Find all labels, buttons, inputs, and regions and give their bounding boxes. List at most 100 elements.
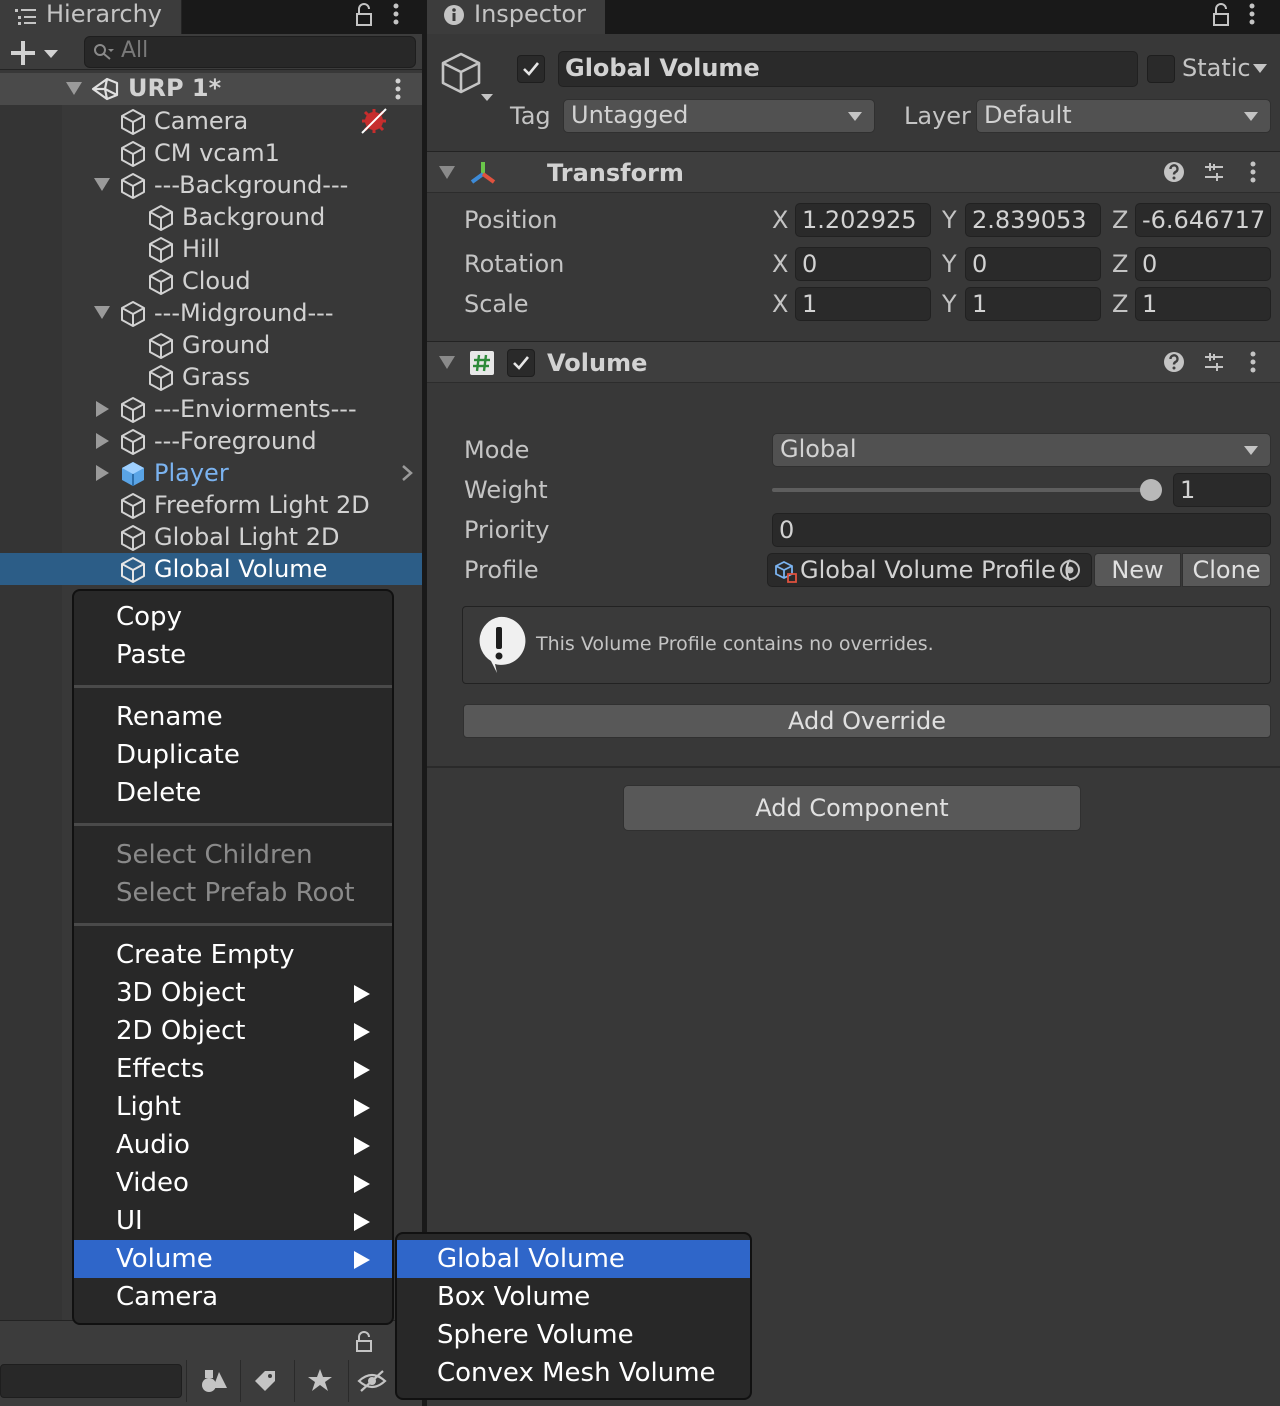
object-name-field[interactable]: Global Volume (558, 51, 1138, 87)
hierarchy-item-freeform-light[interactable]: Freeform Light 2D (0, 489, 422, 521)
submenu-item-sphere-volume[interactable]: Sphere Volume (397, 1316, 750, 1354)
rotation-x-field[interactable]: 0 (795, 247, 931, 281)
menu-item-delete[interactable]: Delete (74, 774, 392, 812)
tag-dropdown[interactable]: Untagged (563, 99, 875, 133)
kebab-menu-icon[interactable] (390, 2, 402, 28)
hierarchy-item-hill[interactable]: Hill (0, 233, 422, 265)
submenu-item-convex-mesh-volume[interactable]: Convex Mesh Volume (397, 1354, 750, 1392)
weight-slider-track[interactable] (772, 488, 1152, 492)
weight-field[interactable]: 1 (1173, 473, 1271, 507)
lock-icon[interactable] (354, 3, 374, 27)
scale-x-field[interactable]: 1 (795, 287, 931, 321)
chevron-right-icon[interactable] (400, 464, 414, 482)
submenu-item-box-volume[interactable]: Box Volume (397, 1278, 750, 1316)
foldout-closed-icon[interactable] (96, 465, 109, 481)
priority-field[interactable]: 0 (772, 513, 1271, 547)
foldout-closed-icon[interactable] (96, 401, 109, 417)
component-kebab-icon[interactable] (1247, 350, 1259, 374)
inspector-lock-icon[interactable] (1211, 3, 1231, 27)
rotation-y-field[interactable]: 0 (965, 247, 1101, 281)
item-label: Grass (182, 363, 251, 391)
inspector-kebab-icon[interactable] (1246, 2, 1258, 28)
menu-item-create-empty[interactable]: Create Empty (74, 936, 392, 974)
gameobject-large-icon[interactable] (439, 50, 495, 106)
menu-item-ui[interactable]: UI (74, 1202, 392, 1240)
hierarchy-item-midground-group[interactable]: ---Midground--- (0, 297, 422, 329)
hierarchy-item-foreground-group[interactable]: ---Foreground (0, 425, 422, 457)
menu-item-paste[interactable]: Paste (74, 636, 392, 674)
hierarchy-item-global-light[interactable]: Global Light 2D (0, 521, 422, 553)
axis-y-label: Y (942, 206, 957, 234)
presets-sliders-icon[interactable] (1203, 161, 1225, 183)
hierarchy-tab[interactable]: Hierarchy (0, 0, 182, 34)
menu-item-video[interactable]: Video (74, 1164, 392, 1202)
inspector-tab[interactable]: Inspector (427, 0, 605, 34)
scale-z-field[interactable]: 1 (1135, 287, 1271, 321)
position-z-field[interactable]: -6.646717 (1135, 203, 1271, 237)
search-input[interactable]: All (84, 36, 416, 68)
menu-item-2d-object[interactable]: 2D Object (74, 1012, 392, 1050)
static-dropdown-arrow-icon[interactable] (1253, 64, 1267, 73)
add-override-button[interactable]: Add Override (463, 704, 1271, 738)
help-icon[interactable] (1163, 351, 1185, 373)
hierarchy-item-global-volume[interactable]: Global Volume (0, 553, 422, 585)
static-checkbox[interactable] (1147, 55, 1175, 83)
mode-dropdown[interactable]: Global (772, 433, 1271, 467)
favorites-button[interactable] (294, 1360, 348, 1402)
object-picker-icon[interactable] (1059, 559, 1081, 581)
hierarchy-item-enviorments-group[interactable]: ---Enviorments--- (0, 393, 422, 425)
position-y-field[interactable]: 2.839053 (965, 203, 1101, 237)
profile-new-button[interactable]: New (1094, 553, 1181, 587)
project-lock-icon[interactable] (355, 1331, 373, 1353)
filter-by-type-button[interactable] (186, 1360, 240, 1402)
menu-item-volume[interactable]: Volume (74, 1240, 392, 1278)
menu-item-light[interactable]: Light (74, 1088, 392, 1126)
foldout-open-icon[interactable] (94, 306, 110, 319)
scale-y-field[interactable]: 1 (965, 287, 1101, 321)
foldout-open-icon[interactable] (439, 356, 455, 369)
presets-sliders-icon[interactable] (1203, 351, 1225, 373)
search-placeholder: All (121, 38, 149, 63)
add-component-button[interactable]: Add Component (623, 785, 1081, 831)
scene-row[interactable]: URP 1* (0, 73, 422, 105)
volume-header[interactable]: Volume (427, 341, 1280, 383)
hierarchy-item-ground[interactable]: Ground (0, 329, 422, 361)
menu-item-camera[interactable]: Camera (74, 1278, 392, 1316)
filter-by-label-button[interactable] (240, 1360, 294, 1402)
layer-dropdown[interactable]: Default (976, 99, 1271, 133)
axis-z-label: Z (1112, 290, 1129, 318)
foldout-closed-icon[interactable] (96, 433, 109, 449)
hierarchy-item-cloud[interactable]: Cloud (0, 265, 422, 297)
transform-header[interactable]: Transform (427, 151, 1280, 193)
help-icon[interactable] (1163, 161, 1185, 183)
scene-kebab-icon[interactable] (392, 77, 404, 101)
component-kebab-icon[interactable] (1247, 160, 1259, 184)
script-hash-icon (469, 350, 495, 376)
profile-object-field[interactable]: Global Volume Profile ( (767, 553, 1092, 587)
hierarchy-item-player[interactable]: Player (0, 457, 422, 489)
active-checkbox[interactable] (517, 55, 545, 83)
weight-slider-thumb[interactable] (1140, 479, 1162, 501)
menu-item-audio[interactable]: Audio (74, 1126, 392, 1164)
hierarchy-item-camera[interactable]: Camera (0, 105, 422, 137)
submenu-item-global-volume[interactable]: Global Volume (397, 1240, 750, 1278)
foldout-open-icon[interactable] (66, 82, 82, 95)
position-x-field[interactable]: 1.202925 (795, 203, 931, 237)
hierarchy-item-grass[interactable]: Grass (0, 361, 422, 393)
profile-clone-button[interactable]: Clone (1182, 553, 1271, 587)
rotation-z-field[interactable]: 0 (1135, 247, 1271, 281)
menu-item-rename[interactable]: Rename (74, 698, 392, 736)
hierarchy-item-background-group[interactable]: ---Background--- (0, 169, 422, 201)
foldout-open-icon[interactable] (439, 166, 455, 179)
hierarchy-item-cm-vcam1[interactable]: CM vcam1 (0, 137, 422, 169)
add-plus-icon[interactable] (10, 40, 60, 66)
project-search-input[interactable] (0, 1364, 182, 1398)
menu-item-effects[interactable]: Effects (74, 1050, 392, 1088)
hierarchy-item-background[interactable]: Background (0, 201, 422, 233)
volume-enabled-checkbox[interactable] (507, 349, 535, 377)
menu-item-duplicate[interactable]: Duplicate (74, 736, 392, 774)
menu-item-copy[interactable]: Copy (74, 598, 392, 636)
component-divider (427, 766, 1280, 768)
foldout-open-icon[interactable] (94, 178, 110, 191)
menu-item-3d-object[interactable]: 3D Object (74, 974, 392, 1012)
